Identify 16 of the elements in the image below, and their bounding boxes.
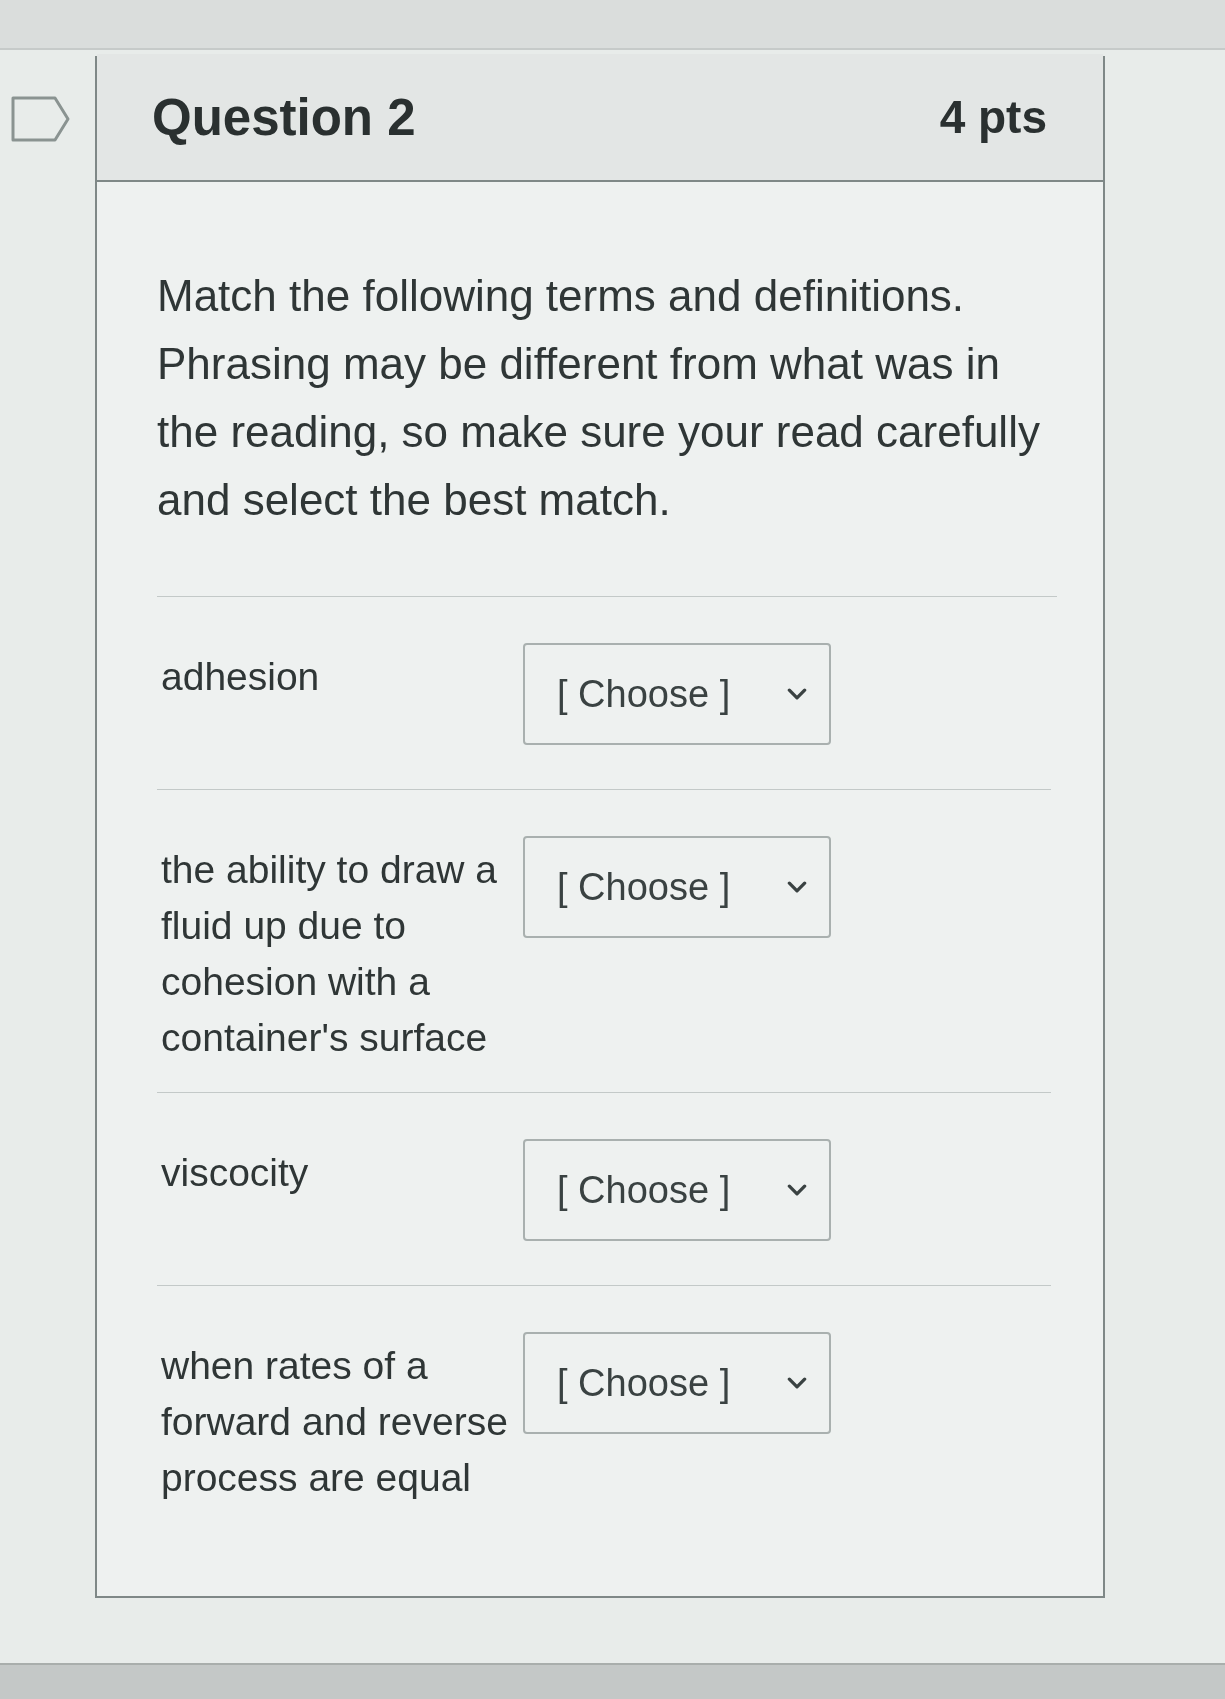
chevron-down-icon bbox=[787, 1377, 807, 1389]
match-term: adhesion bbox=[161, 654, 321, 700]
question-title: Question 2 bbox=[152, 87, 416, 147]
match-term: when rates of a forward and reverse process are equal bbox=[161, 1343, 509, 1501]
choose-dropdown[interactable]: [ Choose ] bbox=[523, 643, 831, 745]
choose-dropdown[interactable]: [ Choose ] bbox=[523, 1139, 831, 1241]
chevron-down-icon bbox=[787, 1184, 807, 1196]
question-prompt: Match the following terms and definitions. Phrasing may be different from what was in the reading, so make sure your read carefully and select the best match. bbox=[157, 262, 1057, 597]
flag-icon[interactable] bbox=[11, 96, 70, 142]
chevron-down-icon bbox=[787, 881, 807, 893]
choose-dropdown[interactable]: [ Choose ] bbox=[523, 1332, 831, 1434]
choose-dropdown[interactable]: [ Choose ] bbox=[523, 836, 831, 938]
chevron-down-icon bbox=[787, 688, 807, 700]
question-points: 4 pts bbox=[939, 90, 1047, 144]
match-term: viscocity bbox=[161, 1150, 310, 1196]
match-term: the ability to draw a fluid up due to cohesion with a container's surface bbox=[161, 847, 498, 1061]
